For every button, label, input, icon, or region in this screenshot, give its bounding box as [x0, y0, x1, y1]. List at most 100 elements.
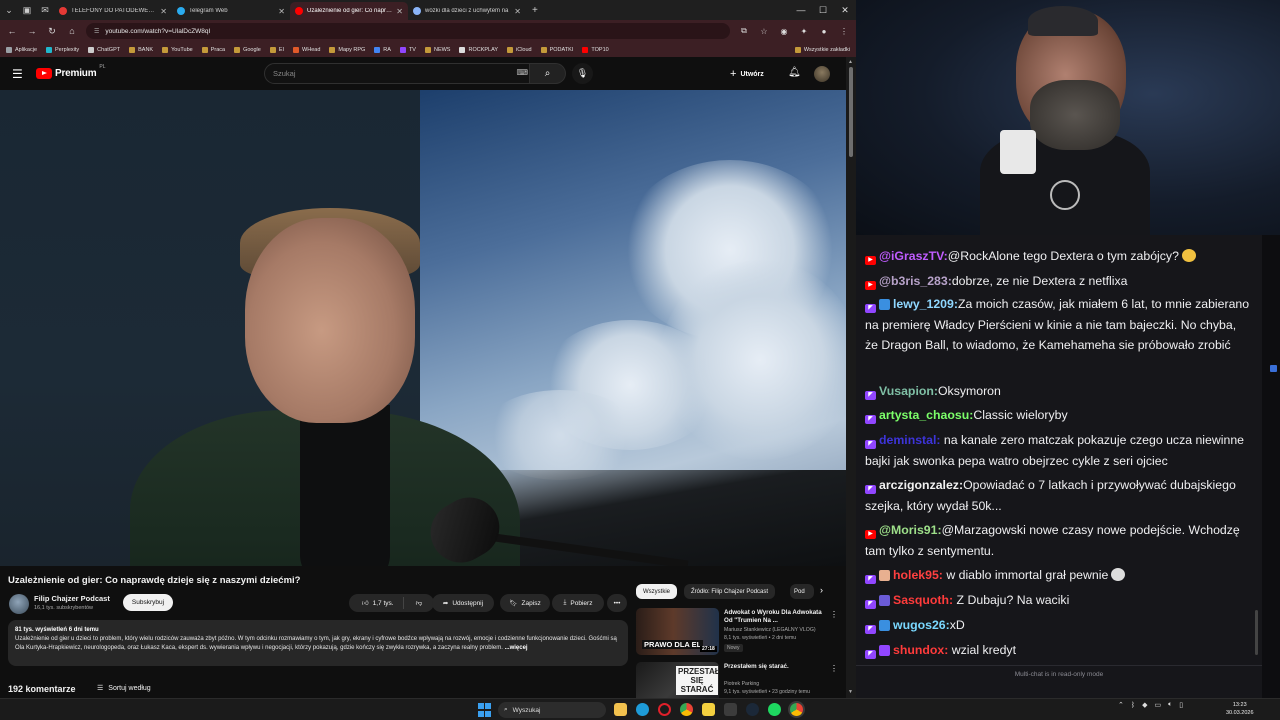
close-window-icon[interactable]: ✕	[834, 5, 856, 16]
voice-search-button[interactable]: 🎙︎	[572, 63, 593, 84]
channel-avatar[interactable]	[9, 594, 29, 614]
download-button[interactable]: ⤓ Pobierz	[552, 594, 604, 612]
description-box[interactable]: 81 tys. wyświetleń 6 dni temu Uzależnien…	[8, 620, 628, 666]
home-icon[interactable]: ⌂	[66, 26, 78, 36]
bookmark-folder[interactable]: NEWS	[424, 46, 450, 53]
bookmark-folder[interactable]: Google	[234, 46, 261, 53]
bookmark-item[interactable]: RA	[374, 46, 391, 53]
like-button[interactable]: 👍︎ 1,7 tys.	[353, 597, 404, 609]
related-video[interactable]: PRZESTAŁEM SIĘ STARAĆ Przestałem się sta…	[636, 662, 841, 698]
file-explorer-icon[interactable]	[614, 703, 627, 716]
tab-telefony[interactable]: TELEFONY DO PATODEWELOPERA ✕	[54, 2, 172, 20]
steam-icon[interactable]	[746, 703, 759, 716]
tab-telegram[interactable]: Telegram Web ✕	[172, 2, 290, 20]
bookmark-star-icon[interactable]: ☆	[758, 27, 770, 36]
dislike-button[interactable]: 👎︎	[408, 599, 431, 607]
tab-close-icon[interactable]: ✕	[160, 7, 167, 16]
volume-icon[interactable]: 🔈︎	[1168, 701, 1172, 709]
battery-icon[interactable]: ▯	[1179, 701, 1183, 709]
app-tray-icon[interactable]: ◆	[1142, 701, 1147, 709]
more-options-icon[interactable]: ⋮	[830, 664, 838, 673]
forward-icon[interactable]: →	[26, 26, 38, 36]
notes-icon[interactable]	[702, 703, 715, 716]
search-input[interactable]	[264, 63, 530, 84]
bookmark-folder[interactable]: Mapy RPG	[329, 46, 365, 53]
bookmark-folder[interactable]: Praca	[201, 46, 225, 53]
chrome-active-icon[interactable]	[790, 703, 803, 716]
install-app-icon[interactable]: ⧉	[738, 26, 750, 36]
chat-scroll-thumb[interactable]	[1255, 610, 1258, 655]
description-more-link[interactable]: ...więcej	[505, 645, 528, 651]
bookmark-item[interactable]: WHead	[293, 46, 320, 53]
download-manager-icon[interactable]	[724, 703, 737, 716]
taskbar-search[interactable]: ⌕ Wyszukaj	[498, 702, 606, 718]
spotify-icon[interactable]	[768, 703, 781, 716]
chevron-right-icon[interactable]: ›	[820, 585, 823, 595]
create-button[interactable]: + Utwórz	[730, 66, 764, 82]
tab-close-icon[interactable]: ✕	[514, 7, 521, 16]
new-tab-icon[interactable]: +	[526, 5, 544, 16]
gmail-tab-icon[interactable]: ✉	[36, 0, 54, 20]
chip-more[interactable]: Pod	[790, 584, 814, 599]
minimize-icon[interactable]: —	[790, 5, 812, 16]
video-thumbnail[interactable]: PRAWO DLA EL 27:18	[636, 608, 719, 655]
bookmark-item[interactable]: TOP10	[582, 46, 609, 53]
all-bookmarks[interactable]: Wszystkie zakładki	[794, 46, 850, 53]
page-scrollbar[interactable]: ▲ ▼	[846, 57, 856, 698]
keyboard-icon[interactable]: ⌨	[516, 68, 528, 77]
edge-icon[interactable]	[636, 703, 649, 716]
search-button[interactable]: ⌕	[530, 63, 566, 84]
more-options-icon[interactable]: ⋮	[830, 610, 838, 619]
site-info-icon[interactable]: ☰	[94, 28, 99, 35]
video-player[interactable]	[0, 90, 846, 566]
extension-icon[interactable]: ◉	[778, 27, 790, 36]
profile-icon[interactable]: ●	[818, 27, 830, 36]
tab-close-icon[interactable]: ✕	[278, 7, 285, 16]
extensions-puzzle-icon[interactable]: ✦	[798, 27, 810, 36]
bookmark-folder[interactable]: BANK	[129, 46, 153, 53]
bookmark-folder[interactable]: iCloud	[507, 46, 532, 53]
opera-icon[interactable]	[658, 703, 671, 716]
related-video[interactable]: PRAWO DLA EL 27:18 Adwokat o Wyroku Dla …	[636, 608, 841, 658]
more-actions-button[interactable]: •••	[607, 594, 627, 612]
network-icon[interactable]: ▭	[1154, 701, 1161, 709]
chrome-icon[interactable]	[680, 703, 693, 716]
tab-close-icon[interactable]: ✕	[396, 7, 403, 16]
scrollbar-thumb[interactable]	[849, 67, 853, 157]
chip-all[interactable]: Wszystkie	[636, 584, 677, 599]
tab-wozki[interactable]: wózki dla dzieci z uchwytem na ✕	[408, 2, 526, 20]
clock[interactable]: 13:23 30.03.2026	[1226, 701, 1254, 717]
hamburger-menu-icon[interactable]: ☰	[12, 67, 30, 81]
share-button[interactable]: ➦ Udostępnij	[432, 594, 494, 612]
bookmark-item[interactable]: Aplikacje	[6, 46, 37, 53]
scroll-up-icon[interactable]: ▲	[848, 59, 853, 65]
windows-start-icon[interactable]	[478, 703, 492, 717]
youtube-logo[interactable]: Premium PL	[36, 64, 106, 79]
chip-source-channel[interactable]: Źródło: Filip Chajzer Podcast	[684, 584, 776, 599]
bookmark-item[interactable]: ChatGPT	[88, 46, 120, 53]
bookmark-item[interactable]: ROCKPLAY	[459, 46, 498, 53]
bookmark-folder[interactable]: EI	[269, 46, 284, 53]
tab-youtube-active[interactable]: Uzależnienie od gier: Co naprawdę ✕	[290, 2, 408, 20]
bookmark-folder[interactable]: YouTube	[162, 46, 193, 53]
show-hidden-icons-icon[interactable]: ⌃	[1118, 701, 1124, 709]
scroll-down-icon[interactable]: ▼	[848, 689, 853, 695]
account-avatar[interactable]	[814, 66, 830, 82]
subscribe-button[interactable]: Subskrybuj	[123, 594, 173, 611]
maximize-icon[interactable]: ☐	[812, 5, 834, 16]
bluetooth-icon[interactable]: ᛒ	[1131, 702, 1135, 709]
menu-dots-icon[interactable]: ⋮	[838, 27, 850, 36]
back-icon[interactable]: ←	[6, 26, 18, 36]
bookmark-folder[interactable]: PODATKI	[540, 46, 573, 53]
workspace-icon[interactable]: ▣	[18, 0, 36, 20]
channel-name[interactable]: Filip Chajzer Podcast	[34, 594, 110, 603]
bookmark-item[interactable]: Perplexity	[46, 46, 79, 53]
save-button[interactable]: 🔖︎ Zapisz	[500, 594, 550, 612]
tab-search-icon[interactable]: ⌄	[0, 0, 18, 20]
address-bar[interactable]: ☰ youtube.com/watch?v=UlalDcZW8qI	[86, 23, 730, 39]
sort-comments-button[interactable]: ☰ Sortuj według	[97, 684, 151, 693]
notifications-bell-icon[interactable]: 🔔︎	[788, 67, 801, 78]
bookmark-item[interactable]: TV	[399, 46, 416, 53]
video-thumbnail[interactable]: PRZESTAŁEM SIĘ STARAĆ	[636, 662, 719, 698]
chat-scrollbar[interactable]	[1254, 240, 1259, 660]
